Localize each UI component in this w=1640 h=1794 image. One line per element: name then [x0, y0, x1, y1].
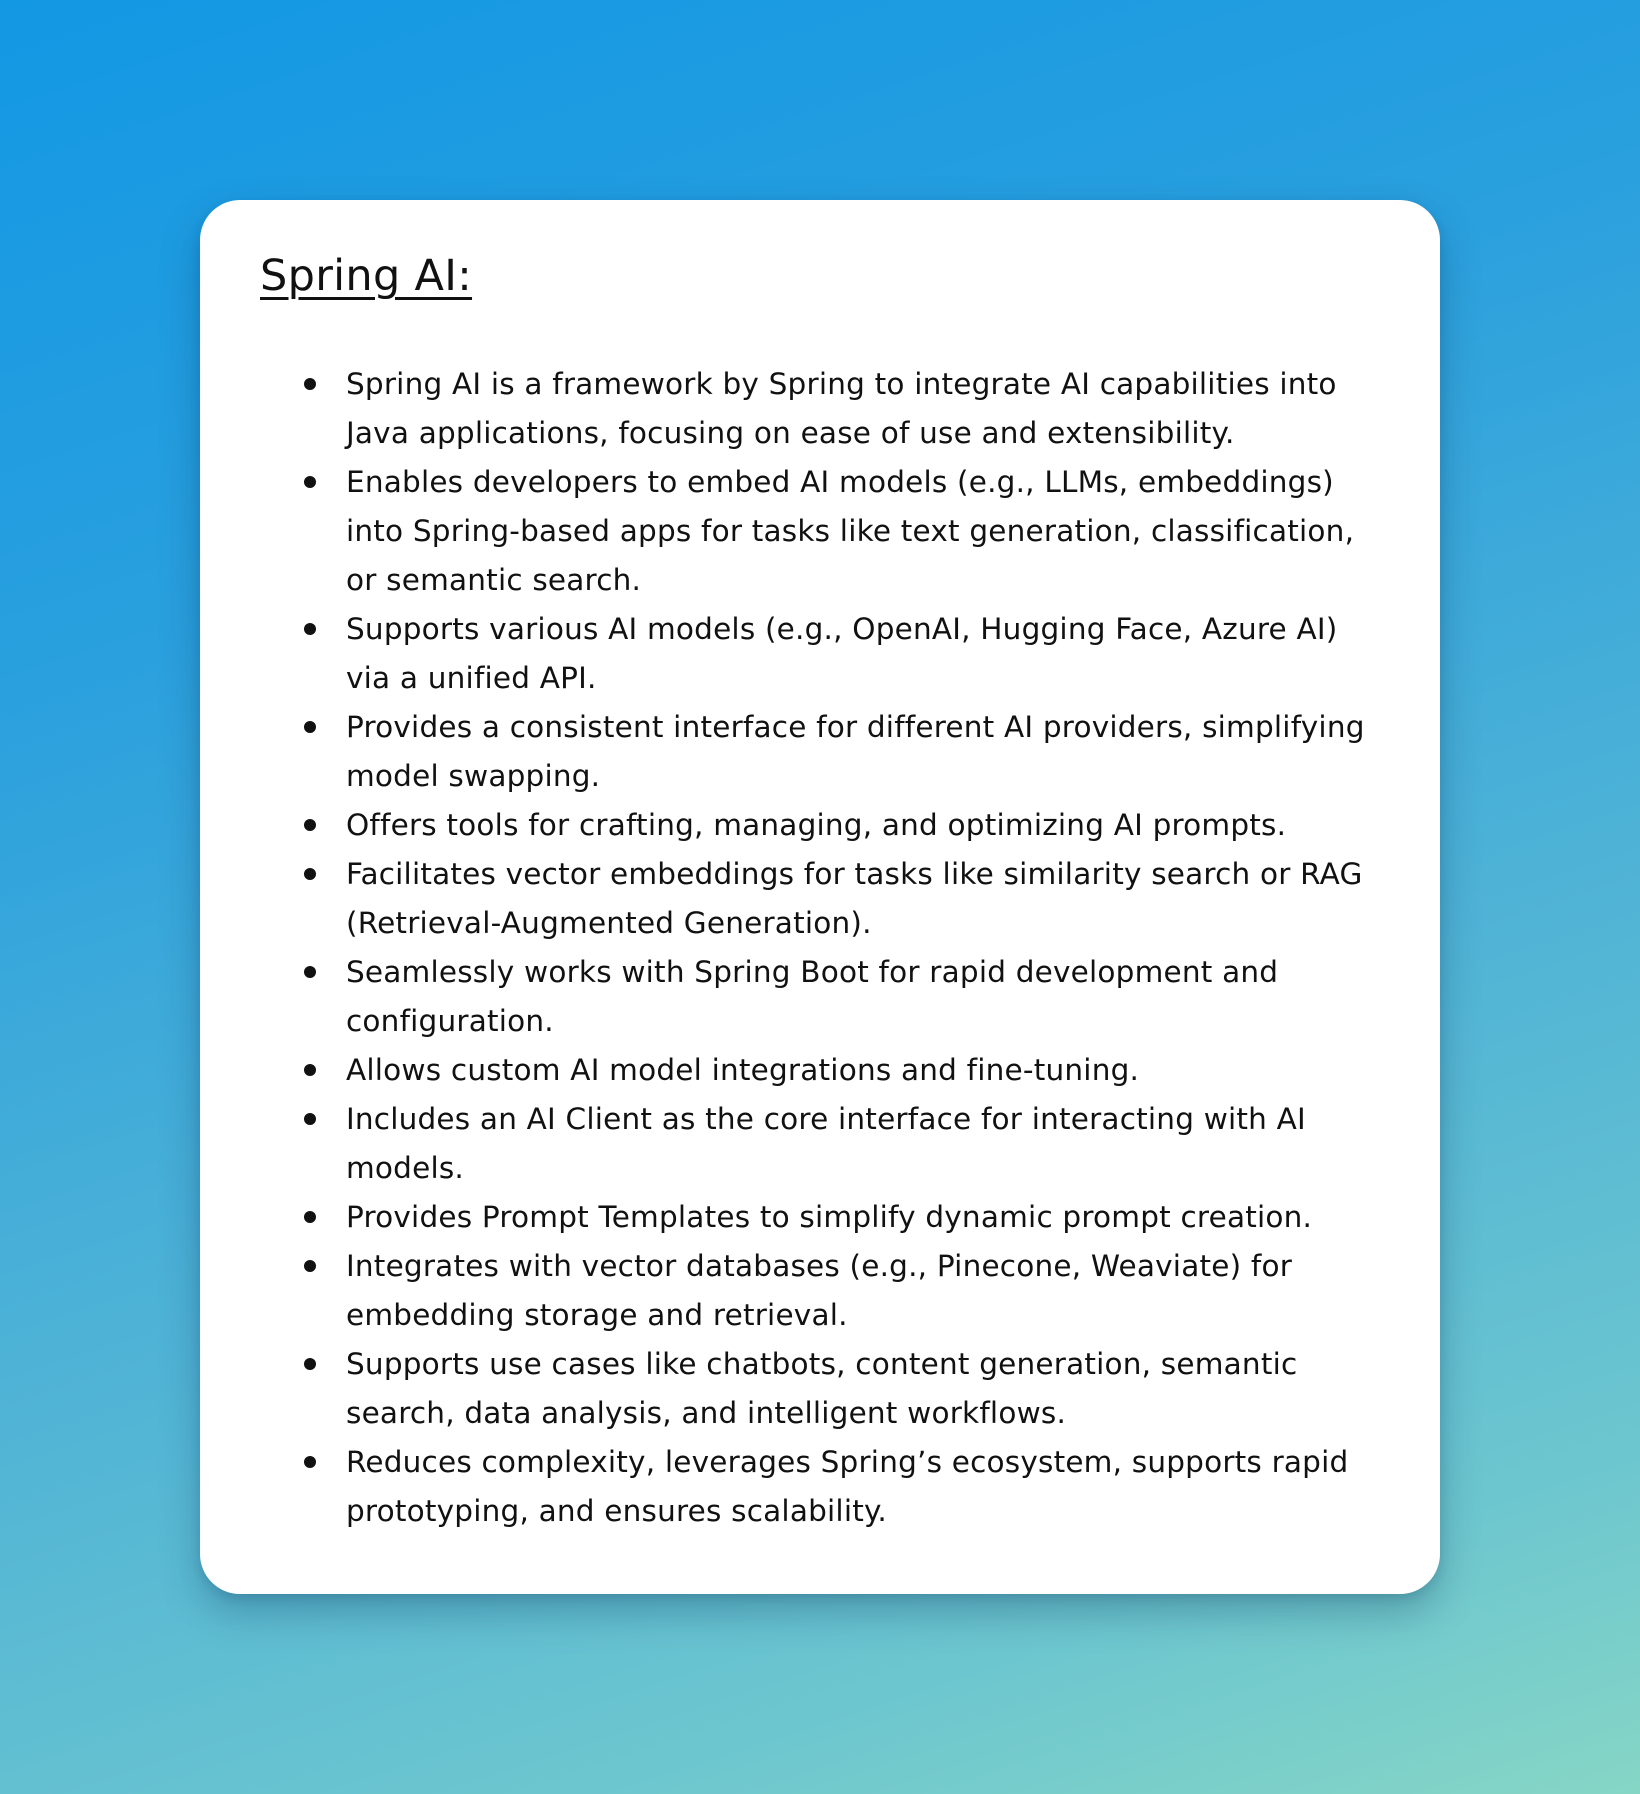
list-item: Reduces complexity, leverages Spring’s e… — [260, 1438, 1380, 1536]
bullet-point-icon — [304, 1211, 316, 1223]
list-item-text: Allows custom AI model integrations and … — [346, 1053, 1140, 1087]
list-item-text: Facilitates vector embeddings for tasks … — [346, 857, 1363, 940]
bullet-point-icon — [304, 623, 316, 635]
list-item-text: Provides a consistent interface for diff… — [346, 710, 1365, 793]
list-item: Spring AI is a framework by Spring to in… — [260, 360, 1380, 458]
list-item: Seamlessly works with Spring Boot for ra… — [260, 948, 1380, 1046]
bullet-point-icon — [304, 966, 316, 978]
bullet-point-icon — [304, 1358, 316, 1370]
list-item-text: Integrates with vector databases (e.g., … — [346, 1249, 1293, 1332]
bullet-point-icon — [304, 476, 316, 488]
content-card: Spring AI: Spring AI is a framework by S… — [200, 200, 1440, 1594]
list-item-text: Supports various AI models (e.g., OpenAI… — [346, 612, 1338, 695]
list-item-text: Enables developers to embed AI models (e… — [346, 465, 1355, 597]
list-item: Allows custom AI model integrations and … — [260, 1046, 1380, 1095]
list-item-text: Provides Prompt Templates to simplify dy… — [346, 1200, 1313, 1234]
list-item: Offers tools for crafting, managing, and… — [260, 801, 1380, 850]
list-item-text: Includes an AI Client as the core interf… — [346, 1102, 1306, 1185]
list-item-text: Seamlessly works with Spring Boot for ra… — [346, 955, 1279, 1038]
bullet-point-icon — [304, 1113, 316, 1125]
list-item: Integrates with vector databases (e.g., … — [260, 1242, 1380, 1340]
bullet-point-icon — [304, 1260, 316, 1272]
bullet-point-icon — [304, 1456, 316, 1468]
list-item-text: Spring AI is a framework by Spring to in… — [346, 367, 1337, 450]
list-item-text: Supports use cases like chatbots, conten… — [346, 1347, 1298, 1430]
bullet-point-icon — [304, 819, 316, 831]
list-item-text: Reduces complexity, leverages Spring’s e… — [346, 1445, 1349, 1528]
bullet-point-icon — [304, 721, 316, 733]
list-item: Facilitates vector embeddings for tasks … — [260, 850, 1380, 948]
card-title: Spring AI: — [260, 251, 473, 301]
bullet-point-icon — [304, 1064, 316, 1076]
list-item: Provides Prompt Templates to simplify dy… — [260, 1193, 1380, 1242]
list-item: Enables developers to embed AI models (e… — [260, 458, 1380, 605]
bullet-point-icon — [304, 868, 316, 880]
list-item: Supports various AI models (e.g., OpenAI… — [260, 605, 1380, 703]
list-item-text: Offers tools for crafting, managing, and… — [346, 808, 1287, 842]
bullet-point-icon — [304, 378, 316, 390]
bullet-list: Spring AI is a framework by Spring to in… — [260, 360, 1380, 1536]
list-item: Supports use cases like chatbots, conten… — [260, 1340, 1380, 1438]
list-item: Includes an AI Client as the core interf… — [260, 1095, 1380, 1193]
list-item: Provides a consistent interface for diff… — [260, 703, 1380, 801]
